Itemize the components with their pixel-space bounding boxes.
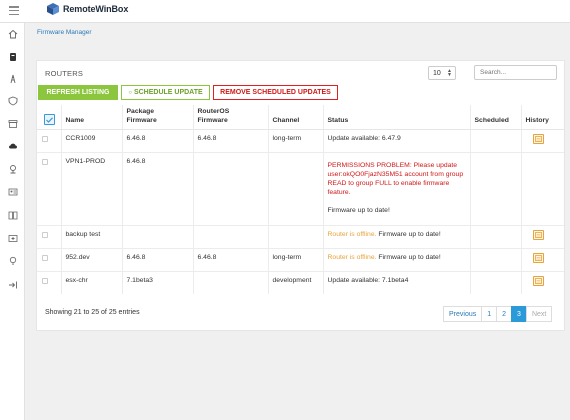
router-name: 952.dev xyxy=(60,248,122,272)
next-page-button[interactable]: Next xyxy=(525,306,553,322)
row-checkbox[interactable] xyxy=(42,159,48,165)
row-checkbox[interactable] xyxy=(42,136,48,142)
top-bar: RemoteWinBox xyxy=(0,0,570,23)
offline-label: Router is offline. xyxy=(327,231,377,238)
clock-icon: ○ xyxy=(128,89,132,96)
channel: development xyxy=(267,271,323,294)
col-header-status[interactable]: Status xyxy=(322,105,470,130)
logout-icon[interactable] xyxy=(7,279,19,291)
bulb-icon[interactable] xyxy=(7,255,19,267)
select-arrows-icon: ▲ ▼ xyxy=(447,68,452,78)
select-all-checkbox[interactable] xyxy=(44,114,55,125)
status: PERMISSIONS PROBLEM: Please update user:… xyxy=(322,152,470,226)
routeros-firmware xyxy=(192,225,268,249)
package-firmware: 6.46.8 xyxy=(121,248,193,272)
shield-icon[interactable] xyxy=(7,95,19,107)
col-header-channel[interactable]: Channel xyxy=(267,105,323,130)
router-icon[interactable] xyxy=(7,51,19,63)
sidebar xyxy=(0,23,25,420)
col-header-history[interactable]: History xyxy=(520,105,564,130)
history-icon[interactable] xyxy=(532,134,544,144)
row-checkbox[interactable] xyxy=(42,255,48,261)
cloud-upload-icon[interactable] xyxy=(7,140,19,152)
scheduled xyxy=(469,225,521,249)
router-name: VPN1-PROD xyxy=(60,152,122,226)
package-firmware: 6.46.8 xyxy=(121,129,193,153)
col-header-routeros[interactable]: RouterOS Firmware xyxy=(192,105,268,130)
package-firmware xyxy=(121,225,193,249)
remove-scheduled-updates-button[interactable]: REMOVE SCHEDULED UPDATES xyxy=(213,85,338,100)
refresh-listing-button[interactable]: REFRESH LISTING xyxy=(38,85,118,100)
pagination: Previous 1 2 3 Next xyxy=(443,306,553,322)
app-logo: RemoteWinBox xyxy=(46,2,128,16)
table-row: esx-chr 7.1beta3 development Update avai… xyxy=(37,271,564,294)
table-row: CCR1009 6.46.8 6.46.8 long-term Update a… xyxy=(37,129,564,153)
permissions-warning: PERMISSIONS PROBLEM: Please update user:… xyxy=(327,162,464,196)
routers-panel: ROUTERS 10 ▲▼ REFRESH LISTING ○ SCHEDULE… xyxy=(36,60,565,331)
schedule-update-button[interactable]: ○ SCHEDULE UPDATE xyxy=(121,85,210,100)
panel-title: ROUTERS xyxy=(45,69,84,78)
menu-toggle-icon[interactable] xyxy=(9,6,19,15)
scheduled xyxy=(469,152,521,226)
page-button-3[interactable]: 3 xyxy=(511,306,527,322)
status: Router is offline. Firmware up to date! xyxy=(322,225,470,249)
status-text: Firmware up to date! xyxy=(327,207,390,214)
breadcrumb[interactable]: Firmware Manager xyxy=(37,29,92,36)
offline-label: Router is offline. xyxy=(327,254,377,261)
status: Router is offline. Firmware up to date! xyxy=(322,248,470,272)
routeros-firmware xyxy=(192,152,268,226)
table-row: VPN1-PROD 6.46.8 PERMISSIONS PROBLEM: Pl… xyxy=(37,152,564,226)
col-header-scheduled[interactable]: Scheduled xyxy=(469,105,521,130)
previous-page-button[interactable]: Previous xyxy=(443,306,483,322)
page-button-2[interactable]: 2 xyxy=(496,306,513,322)
channel xyxy=(267,152,323,226)
history-icon[interactable] xyxy=(532,276,544,286)
scheduled xyxy=(469,271,521,294)
scheduled xyxy=(469,248,521,272)
search-input[interactable] xyxy=(474,65,557,80)
archive-icon[interactable] xyxy=(7,118,19,130)
channel: long-term xyxy=(267,248,323,272)
check-icon xyxy=(46,116,53,123)
history-icon[interactable] xyxy=(532,253,544,263)
page-button-1[interactable]: 1 xyxy=(481,306,498,322)
book-icon[interactable] xyxy=(7,209,19,221)
logo-icon xyxy=(47,3,59,15)
history-icon[interactable] xyxy=(532,230,544,240)
table-row: backup test Router is offline. Firmware … xyxy=(37,225,564,249)
router-name: CCR1009 xyxy=(60,129,122,153)
home-icon[interactable] xyxy=(7,28,19,40)
map-pin-icon[interactable] xyxy=(7,163,19,175)
router-name: esx-chr xyxy=(60,271,122,294)
router-name: backup test xyxy=(60,225,122,249)
channel: long-term xyxy=(267,129,323,153)
select-all-cell xyxy=(37,105,61,130)
row-checkbox[interactable] xyxy=(42,278,48,284)
per-page-select[interactable]: 10 ▲ ▼ xyxy=(428,66,456,80)
channel xyxy=(267,225,323,249)
routers-table: Name Package Firmware RouterOS Firmware … xyxy=(37,105,564,294)
routeros-firmware: 6.46.8 xyxy=(192,129,268,153)
first-aid-icon[interactable] xyxy=(7,232,19,244)
status: Update available: 7.1beta4 xyxy=(322,271,470,294)
table-row: 952.dev 6.46.8 6.46.8 long-term Router i… xyxy=(37,248,564,272)
tower-icon[interactable] xyxy=(7,73,19,85)
row-checkbox[interactable] xyxy=(42,232,48,238)
entries-summary: Showing 21 to 25 of 25 entries xyxy=(45,309,140,316)
routeros-firmware xyxy=(192,271,268,294)
status: Update available: 6.47.9 xyxy=(322,129,470,153)
scheduled xyxy=(469,129,521,153)
table-header-row: Name Package Firmware RouterOS Firmware … xyxy=(37,105,564,130)
col-header-name[interactable]: Name xyxy=(60,105,122,130)
id-card-icon[interactable] xyxy=(7,186,19,198)
col-header-package[interactable]: Package Firmware xyxy=(121,105,193,130)
app-title: RemoteWinBox xyxy=(63,4,129,14)
package-firmware: 6.46.8 xyxy=(121,152,193,226)
package-firmware: 7.1beta3 xyxy=(121,271,193,294)
routeros-firmware: 6.46.8 xyxy=(192,248,268,272)
